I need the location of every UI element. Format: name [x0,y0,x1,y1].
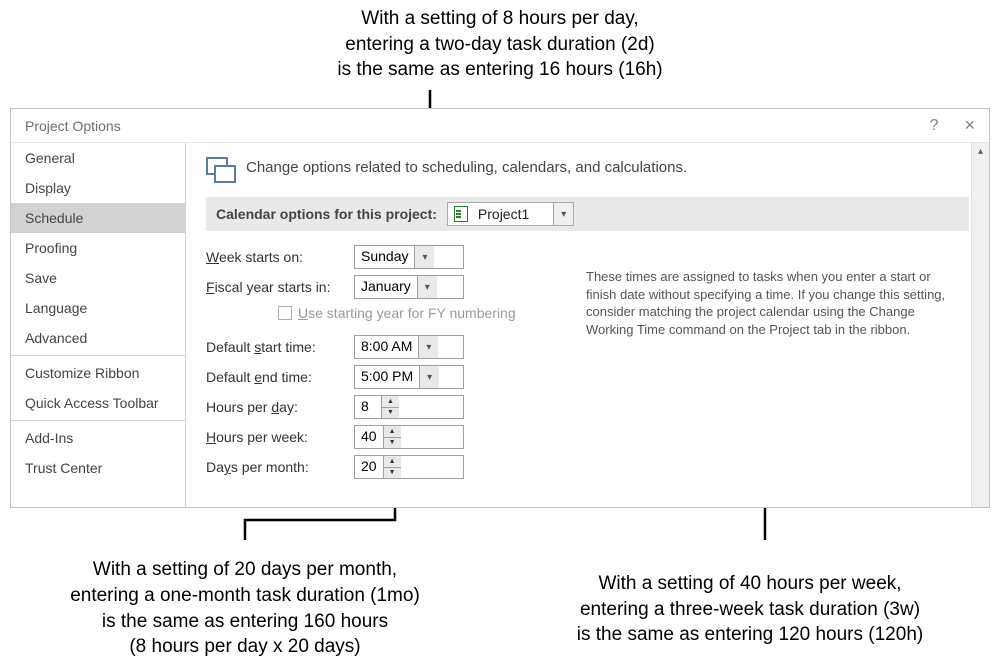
project-file-icon [452,204,472,224]
days-per-month-spinner[interactable]: 20 ▲▼ [354,455,464,479]
hours-per-day-label: Hours per day: [206,399,346,415]
hours-per-day-spinner[interactable]: 8 ▲▼ [354,395,464,419]
vertical-scrollbar[interactable]: ▴ [971,143,989,507]
sidebar-item-language[interactable]: Language [11,293,185,323]
week-starts-drop[interactable]: ▾ [414,246,434,268]
spin-up-icon[interactable]: ▲ [384,426,401,438]
default-end-drop[interactable]: ▾ [419,366,439,388]
spin-up-icon[interactable]: ▲ [384,456,401,468]
hours-per-week-value: 40 [355,426,383,448]
sidebar-item-display[interactable]: Display [11,173,185,203]
hours-per-day-value: 8 [355,396,381,418]
fiscal-year-drop[interactable]: ▾ [417,276,437,298]
sidebar-item-proofing[interactable]: Proofing [11,233,185,263]
fiscal-year-value: January [355,276,417,298]
default-end-value: 5:00 PM [355,366,419,388]
spin-up-icon[interactable]: ▲ [382,396,399,408]
chevron-down-icon: ▾ [426,342,431,353]
spin-down-icon[interactable]: ▼ [384,468,401,479]
spin-down-icon[interactable]: ▼ [382,408,399,419]
default-start-combo[interactable]: 8:00 AM ▾ [354,335,464,359]
hours-per-week-spinner[interactable]: 40 ▲▼ [354,425,464,449]
days-per-month-value: 20 [355,456,383,478]
scroll-up-arrow-icon[interactable]: ▴ [972,143,989,161]
default-start-label: Default start time: [206,339,346,355]
week-starts-value: Sunday [355,246,414,268]
titlebar: Project Options ? × [11,109,989,143]
chevron-down-icon: ▾ [561,209,566,220]
project-options-dialog: Project Options ? × General Display Sche… [10,108,990,508]
window-title: Project Options [25,118,121,134]
fy-numbering-label: Use starting year for FY numbering [298,305,516,321]
main-panel: Change options related to scheduling, ca… [186,143,989,507]
week-starts-label: Week starts on: [206,249,346,265]
default-end-combo[interactable]: 5:00 PM ▾ [354,365,464,389]
sidebar-item-general[interactable]: General [11,143,185,173]
calendar-options-bar: Calendar options for this project: Proje… [206,197,969,231]
sidebar-item-trust-center[interactable]: Trust Center [11,453,185,483]
annotation-top: With a setting of 8 hours per day,enteri… [200,6,800,83]
sidebar-separator [11,355,185,356]
sidebar-separator [11,420,185,421]
chevron-down-icon: ▾ [425,282,430,293]
close-icon[interactable]: × [964,115,975,136]
sidebar-item-advanced[interactable]: Advanced [11,323,185,353]
chevron-down-icon: ▾ [422,252,427,263]
sidebar-item-schedule[interactable]: Schedule [11,203,185,233]
default-start-value: 8:00 AM [355,336,418,358]
days-per-month-label: Days per month: [206,459,346,475]
annotation-bottom-right: With a setting of 40 hours per week,ente… [500,571,1000,648]
hours-per-week-label: Hours per week: [206,429,346,445]
default-end-label: Default end time: [206,369,346,385]
help-icon[interactable]: ? [930,117,939,135]
chevron-down-icon: ▾ [427,372,432,383]
project-selector-value: Project1 [476,206,553,222]
project-selector-drop[interactable]: ▾ [553,203,573,225]
project-selector[interactable]: Project1 ▾ [447,202,574,226]
annotation-bottom-left: With a setting of 20 days per month,ente… [0,557,490,660]
sidebar-item-quick-access-toolbar[interactable]: Quick Access Toolbar [11,388,185,418]
fiscal-year-label: Fiscal year starts in: [206,279,346,295]
options-sidebar: General Display Schedule Proofing Save L… [11,143,186,507]
fiscal-year-combo[interactable]: January ▾ [354,275,464,299]
sidebar-item-add-ins[interactable]: Add-Ins [11,423,185,453]
section-heading: Change options related to scheduling, ca… [246,159,687,176]
sidebar-item-save[interactable]: Save [11,263,185,293]
sidebar-item-customize-ribbon[interactable]: Customize Ribbon [11,358,185,388]
default-start-drop[interactable]: ▾ [418,336,438,358]
week-starts-combo[interactable]: Sunday ▾ [354,245,464,269]
spinner-buttons[interactable]: ▲▼ [383,456,401,478]
spinner-buttons[interactable]: ▲▼ [381,396,399,418]
calendar-tip-text: These times are assigned to tasks when y… [586,268,949,338]
spin-down-icon[interactable]: ▼ [384,438,401,449]
calendar-options-label: Calendar options for this project: [216,206,437,222]
schedule-section-icon [206,155,234,179]
checkbox-box [278,306,292,320]
spinner-buttons[interactable]: ▲▼ [383,426,401,448]
